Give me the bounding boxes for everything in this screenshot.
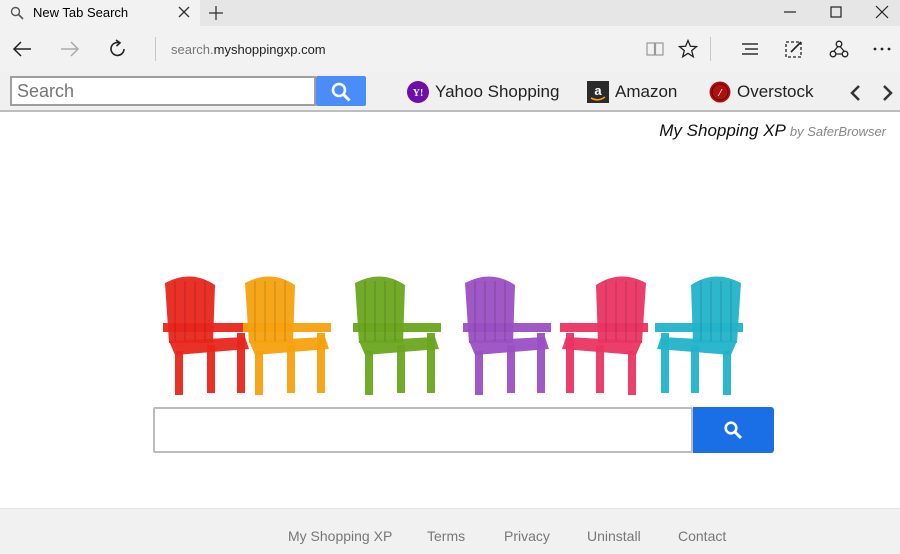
search-icon [331,82,351,102]
address-bar: search.myshoppingxp.com [0,26,900,72]
toolbar-search-button[interactable] [316,76,366,106]
svg-text:a: a [594,83,602,98]
bookmark-amazon[interactable]: a Amazon [587,80,677,104]
browser-tab[interactable]: New Tab Search [0,0,200,26]
yahoo-icon: Y! [407,81,429,103]
bookmark-yahoo-shopping[interactable]: Y! Yahoo Shopping [407,80,559,104]
amazon-icon: a [587,81,609,103]
tab-title: New Tab Search [33,5,129,20]
brand-by: by SaferBrowser [789,124,886,139]
title-bar: New Tab Search [0,0,900,26]
svg-text:Y!: Y! [413,88,424,99]
chair-3 [353,276,441,395]
chair-5 [560,276,648,395]
brand-name: My Shopping XP [659,121,786,140]
footer-link-contact[interactable]: Contact [678,528,726,544]
url-prefix: search. [171,42,214,57]
favorite-star-icon[interactable] [678,39,698,59]
url-separator [155,37,156,61]
bookmark-label: Overstock [737,82,814,101]
search-icon [10,6,24,20]
brand-logo: My Shopping XP by SaferBrowser [659,121,886,141]
overstock-icon: / [709,81,731,103]
bookmark-label: Yahoo Shopping [435,82,560,101]
hub-icon[interactable] [740,39,760,59]
more-icon[interactable] [872,39,892,59]
url-field[interactable]: search.myshoppingxp.com [171,42,326,57]
chair-4 [463,276,551,395]
chevron-right-icon[interactable] [880,84,894,102]
minimize-icon[interactable] [782,4,798,20]
refresh-icon[interactable] [107,38,129,60]
share-icon[interactable] [829,39,849,59]
chair-6 [655,276,743,395]
close-tab-icon[interactable] [177,5,191,19]
footer-link-uninstall[interactable]: Uninstall [587,528,641,544]
footer-link-my-shopping-xp[interactable]: My Shopping XP [288,528,392,544]
bookmark-label: Amazon [615,82,678,101]
search-icon [724,421,743,440]
reading-view-icon[interactable] [645,39,665,59]
close-window-icon[interactable] [874,4,890,20]
adirondack-chairs-illustration [163,276,743,395]
toolbar-separator [710,37,711,61]
web-note-icon[interactable] [784,39,804,59]
url-domain: myshoppingxp.com [213,42,326,57]
chair-1 [163,276,251,395]
back-arrow-icon[interactable] [11,38,33,60]
main-search-button[interactable] [693,407,774,453]
bookmark-overstock[interactable]: / Overstock [709,80,814,104]
footer-link-privacy[interactable]: Privacy [504,528,550,544]
new-tab-icon[interactable] [207,4,225,22]
main-search-input[interactable] [153,407,693,453]
footer: My Shopping XP Terms Privacy Uninstall C… [0,508,900,554]
toolbar-search-input[interactable] [10,76,316,106]
maximize-icon[interactable] [828,4,844,20]
forward-arrow-icon[interactable] [59,38,81,60]
chair-2 [243,276,331,395]
chevron-left-icon[interactable] [849,84,863,102]
extension-toolbar: Y! Yahoo Shopping a Amazon / Overstock [0,72,900,112]
footer-link-terms[interactable]: Terms [427,528,465,544]
